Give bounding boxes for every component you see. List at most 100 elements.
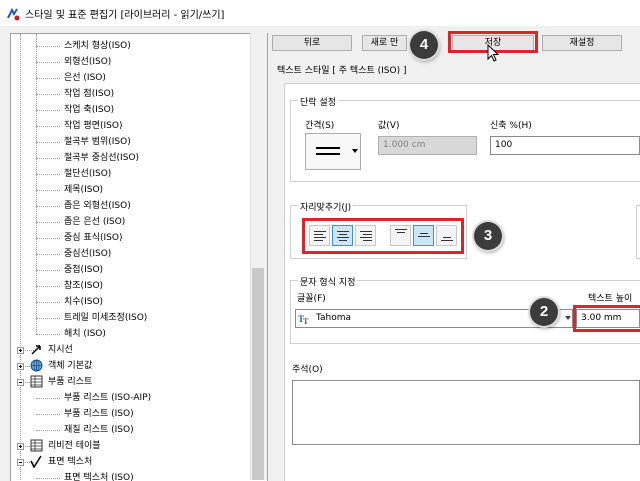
value-label: 값(V) [378, 121, 400, 131]
window-title: 스타일 및 표준 편집기 [라이브러리 - 읽기/쓰기] [25, 10, 225, 21]
leader-icon [30, 343, 43, 356]
tree-item[interactable]: 재질 리스트 (ISO) [64, 422, 134, 438]
tree-item-label: 참조(ISO) [64, 281, 104, 291]
tree-item[interactable]: 트레일 미세조정(ISO) [64, 310, 147, 326]
stretch-label: 신축 %(H) [490, 121, 532, 131]
tree-category-item[interactable]: 지시선 [48, 342, 73, 358]
line-spacing-icon [316, 147, 340, 149]
step-3-badge: 3 [474, 222, 502, 250]
expand-icon[interactable] [17, 443, 24, 450]
tree-item-label: 지시선 [48, 345, 73, 355]
tree-item-label: 트레일 미세조정(ISO) [64, 313, 148, 323]
tree-item-label: 부품 리스트 (ISO) [64, 409, 134, 419]
value-field[interactable]: 1.000 cm [378, 136, 477, 155]
font-label: 글꼴(F) [297, 294, 326, 304]
tree-category-item[interactable]: 표면 텍스처 [48, 454, 92, 470]
justification-group-label: 자리맞추기(J) [298, 200, 354, 213]
tree-item-label: 작업 축(ISO) [64, 105, 115, 115]
tree-item[interactable]: 치수(ISO) [64, 294, 103, 310]
collapse-icon[interactable] [17, 379, 24, 386]
style-editor-icon [7, 7, 20, 21]
tree-category-item[interactable]: 부품 리스트 [48, 374, 92, 390]
tree-item-label: 중첩(ISO) [64, 265, 104, 275]
expand-icon[interactable] [17, 347, 24, 354]
tree-item-label: 좁은 은선 (ISO) [64, 217, 126, 227]
tree-item-label: 좁은 외형선(ISO) [64, 201, 131, 211]
tree-item-label: 절곡부 범위(ISO) [64, 137, 131, 147]
tree-item-label: 재질 리스트 (ISO) [64, 425, 134, 435]
tree-item-label: 작업 평면(ISO) [64, 121, 123, 131]
collapse-icon[interactable] [17, 459, 24, 466]
font-value: Tahoma [316, 313, 352, 323]
tree-item-label: 중심 표식(ISO) [64, 233, 123, 243]
tree-item-label: 해치 (ISO) [64, 329, 106, 339]
comment-label: 주석(O) [292, 365, 323, 375]
spacing-dropdown[interactable] [305, 133, 361, 170]
tree-item-label: 중심선(ISO) [64, 249, 112, 259]
tree-item[interactable]: 중심선(ISO) [64, 246, 111, 262]
font-chevron-down-icon [565, 316, 571, 320]
title-bar: 스타일 및 표준 편집기 [라이브러리 - 읽기/쓰기] [0, 0, 640, 26]
step-4-badge: 4 [410, 31, 438, 59]
tree-item[interactable]: 절단선(ISO) [64, 166, 111, 182]
style-tree[interactable]: 스케치 형상(ISO) 외형선(ISO) 은선 (ISO) 작업 점(ISO) 작업 축… [10, 33, 268, 481]
globe-icon [30, 359, 43, 372]
justification-highlight-box [302, 218, 464, 254]
tree-item[interactable]: 작업 평면(ISO) [64, 118, 122, 134]
tree-item-label: 은선 (ISO) [64, 73, 106, 83]
parts-list-icon [30, 375, 43, 388]
tree-item[interactable]: 부품 리스트 (ISO-AIP) [64, 390, 151, 406]
tree-item[interactable]: 절곡부 중심선(ISO) [64, 150, 139, 166]
chevron-down-icon [352, 149, 358, 153]
tree-item[interactable]: 제목(ISO) [64, 182, 103, 198]
tree-item[interactable]: 은선 (ISO) [64, 70, 106, 86]
text-height-label: 텍스트 높이 [588, 294, 633, 304]
tree-item-label: 리비전 테이블 [48, 441, 101, 451]
tree-scrollbar-thumb[interactable] [252, 268, 264, 480]
tree-item[interactable]: 좁은 외형선(ISO) [64, 198, 131, 214]
tree-item[interactable]: 해치 (ISO) [64, 326, 106, 342]
tree-item[interactable]: 외형선(ISO) [64, 54, 111, 70]
new-button[interactable]: 새로 만 [362, 35, 407, 51]
mouse-cursor-icon [487, 44, 500, 62]
tree-item-label: 절단선(ISO) [64, 169, 112, 179]
step-2-badge: 2 [530, 298, 558, 326]
table-icon [30, 439, 43, 452]
tree-item[interactable]: 부품 리스트 (ISO) [64, 406, 134, 422]
tree-item-label: 치수(ISO) [64, 297, 104, 307]
right-clipped-group [636, 205, 640, 259]
tree-item-label: 제목(ISO) [64, 185, 104, 195]
stretch-field[interactable]: 100 [490, 136, 640, 155]
comment-textarea[interactable] [292, 380, 640, 445]
tree-category-item[interactable]: 리비전 테이블 [48, 438, 101, 454]
tree-item[interactable]: 작업 축(ISO) [64, 102, 114, 118]
reset-button[interactable]: 재설정 [542, 35, 622, 51]
tree-item-label: 부품 리스트 (ISO-AIP) [64, 393, 152, 403]
tree-item-label: 표면 텍스처 [48, 457, 93, 467]
expand-icon[interactable] [17, 363, 24, 370]
truetype-icon: T T [298, 314, 309, 324]
tree-item-label: 작업 점(ISO) [64, 89, 115, 99]
tree-item[interactable]: 작업 점(ISO) [64, 86, 114, 102]
tree-item-label: 객체 기본값 [48, 361, 93, 371]
tree-item[interactable]: 좁은 은선 (ISO) [64, 214, 125, 230]
tree-item-label: 부품 리스트 [48, 377, 93, 387]
back-button[interactable]: 뒤로 [272, 35, 352, 51]
tree-item[interactable]: 중심 표식(ISO) [64, 230, 122, 246]
tree-item-label: 스케치 형상(ISO) [64, 41, 131, 51]
style-caption: 텍스트 스타일 [ 주 텍스트 (ISO) ] [277, 66, 407, 76]
tree-category-item[interactable]: 객체 기본값 [48, 358, 92, 374]
tree-item-label: 절곡부 중심선(ISO) [64, 153, 140, 163]
tree-item[interactable]: 절곡부 범위(ISO) [64, 134, 131, 150]
tree-item[interactable]: 스케치 형상(ISO) [64, 38, 131, 54]
surface-texture-icon [30, 455, 43, 469]
paragraph-group-label: 단락 설정 [298, 95, 338, 108]
char-format-group-label: 문자 형식 지정 [298, 275, 358, 288]
svg-text:T: T [303, 317, 309, 324]
tree-item[interactable]: 중첩(ISO) [64, 262, 103, 278]
tree-item[interactable]: 참조(ISO) [64, 278, 103, 294]
spacing-label: 간격(S) [305, 121, 335, 131]
tree-item-label: 외형선(ISO) [64, 57, 112, 67]
text-height-highlight-box [573, 305, 640, 332]
tree-item[interactable]: 표면 텍스처 (ISO) [64, 470, 134, 481]
